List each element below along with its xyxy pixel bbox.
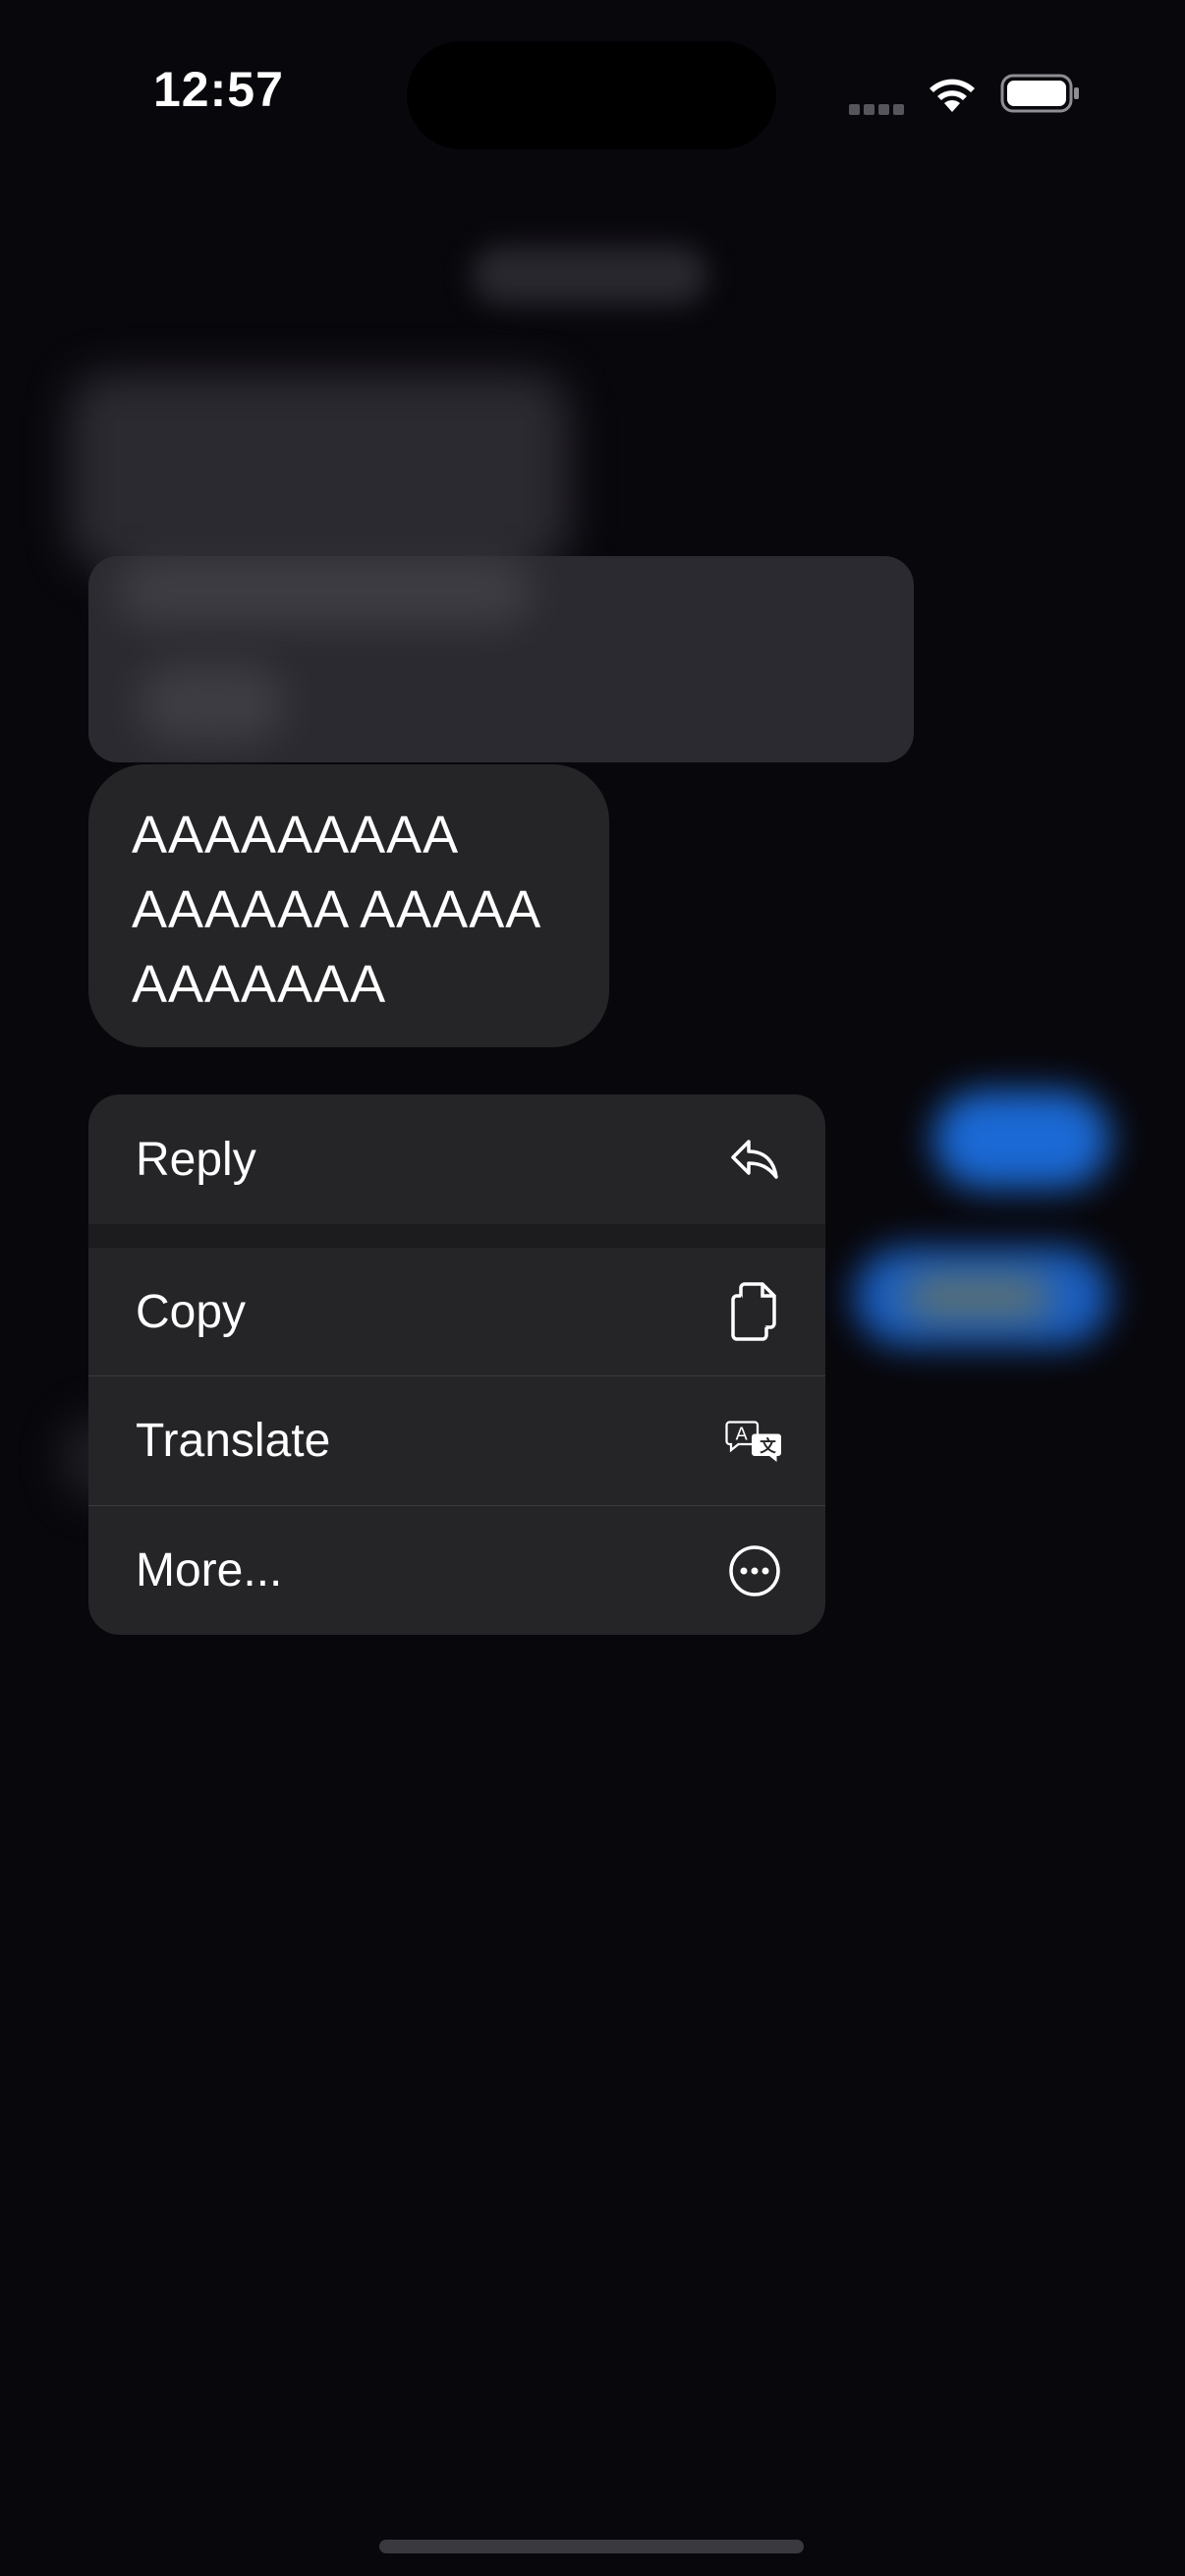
menu-section-divider — [88, 1224, 825, 1248]
translate-icon: A 文 — [725, 1412, 784, 1471]
svg-text:A: A — [736, 1424, 749, 1444]
ellipsis-circle-icon — [725, 1541, 784, 1600]
home-indicator[interactable] — [379, 2540, 804, 2553]
menu-item-copy[interactable]: Copy — [88, 1248, 825, 1375]
reply-arrow-icon — [725, 1130, 784, 1189]
blurred-sent-message — [933, 1091, 1110, 1189]
blurred-conversation-title — [472, 246, 707, 305]
svg-text:文: 文 — [760, 1435, 776, 1455]
status-time: 12:57 — [153, 62, 284, 117]
message-line: AAAAAAA — [132, 955, 387, 1014]
menu-item-label: More... — [136, 1544, 283, 1596]
dynamic-island — [407, 41, 776, 149]
menu-item-reply[interactable]: Reply — [88, 1094, 825, 1224]
cellular-signal-icon — [849, 102, 908, 116]
message-line: AAAAAAAAA — [132, 806, 460, 865]
blurred-message — [69, 373, 570, 570]
wifi-icon — [926, 73, 979, 114]
message-bubble: AAAAAAAAA AAAAAA AAAAA AAAAAAA — [88, 764, 609, 1047]
menu-item-label: Reply — [136, 1133, 256, 1186]
message-text: AAAAAAAAA AAAAAA AAAAA AAAAAAA — [132, 798, 580, 1022]
battery-icon — [1000, 73, 1081, 114]
menu-item-more[interactable]: More... — [88, 1506, 825, 1635]
menu-item-translate[interactable]: Translate A 文 — [88, 1376, 825, 1505]
blurred-sent-message — [855, 1248, 1110, 1346]
context-menu: Reply Copy Translate A 文 More... — [88, 1094, 825, 1635]
menu-item-label: Translate — [136, 1415, 331, 1467]
previous-message-bubble — [88, 556, 914, 762]
menu-item-label: Copy — [136, 1285, 247, 1338]
message-line: AAAAAA AAAAA — [132, 880, 542, 939]
copy-documents-icon — [725, 1282, 784, 1341]
